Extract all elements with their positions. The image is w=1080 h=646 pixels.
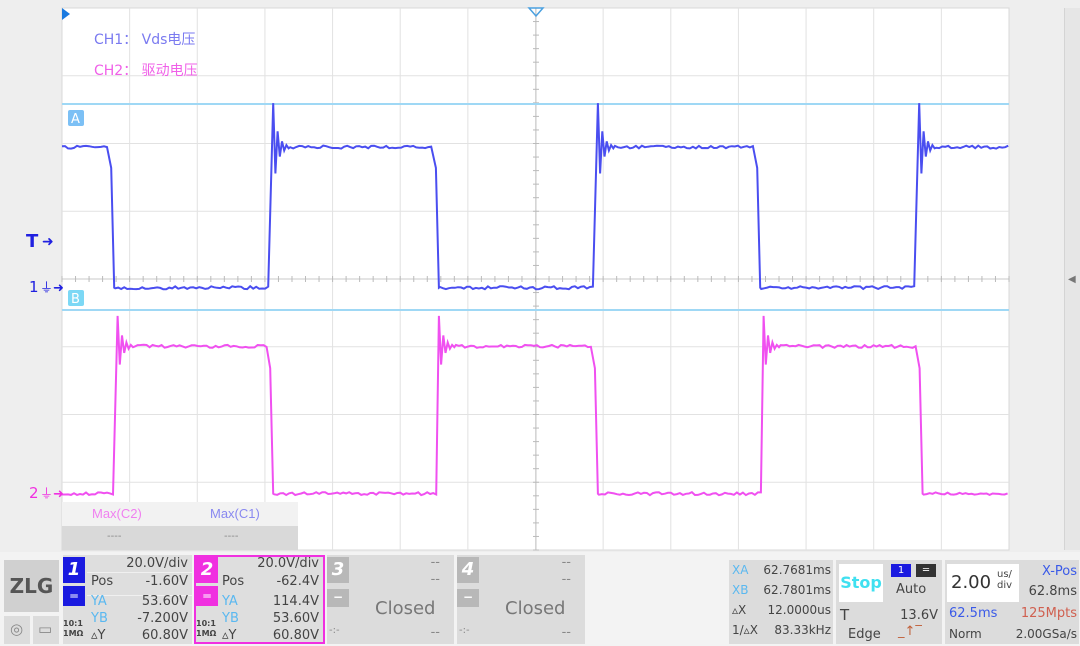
ch3-status: Closed	[375, 598, 435, 619]
rising-edge-icon: _↑‾	[898, 624, 922, 639]
ch2-ground-marker[interactable]: 2	[29, 484, 39, 502]
ch2-panel[interactable]: 2 ═ 10:1 1MΩ 20.0V/div Pos -62.4V YA 114.…	[194, 555, 325, 644]
ch3-probe: -:-	[329, 625, 340, 636]
ch1-yb-value: -7.200V	[137, 611, 188, 626]
ch2-ya-value: 114.4V	[273, 594, 319, 609]
xpos-label: X-Pos	[1042, 564, 1077, 579]
trigger-arrow-icon: ➜	[42, 234, 54, 250]
measurement-value-max-c1: ----	[224, 531, 238, 542]
ch1-dc-coupling-icon: ═	[63, 586, 85, 606]
ch2-scale: 20.0V/div	[257, 556, 319, 571]
timebase-panel[interactable]: 2.00 us/div X-Pos 62.8ms 62.5ms 125Mpts …	[945, 560, 1079, 644]
timebase-unit: us/div	[997, 569, 1012, 591]
gesture-icon: ▭	[38, 620, 52, 638]
ch4-coupling-icon: −	[457, 589, 479, 607]
ch4-status: Closed	[505, 598, 565, 619]
ch3-pos: --	[431, 572, 440, 587]
dx-value: 12.0000us	[768, 603, 831, 617]
touch-icon: ◎	[10, 620, 23, 638]
expand-left-icon: ◀	[1068, 274, 1076, 285]
ch2-number-badge: 2	[196, 557, 218, 583]
trigger-type[interactable]: Edge	[848, 627, 881, 642]
ch2-pos-value: -62.4V	[276, 574, 319, 589]
ch1-dy-value: 60.80V	[142, 628, 188, 643]
ch3-number-badge: 3	[327, 557, 349, 583]
ch1-number-badge: 1	[63, 557, 85, 583]
status-bar: ZLG ◎ ▭ 1 ═ 10:1 1MΩ 20.0V/div Pos -1.60V…	[0, 552, 1080, 646]
side-panel-toggle[interactable]: ◀	[1064, 8, 1080, 550]
ch4-scale: --	[562, 555, 571, 570]
ch2-probe: 10:1 1MΩ	[196, 619, 216, 639]
measurement-value-max-c2: ----	[107, 531, 121, 542]
trigger-level-label: T	[840, 606, 849, 624]
inv-dx-label: 1/▵X	[732, 623, 758, 637]
ch2-dy-value: 60.80V	[273, 628, 319, 643]
ch4-probe: -:-	[459, 625, 470, 636]
sample-rate: 2.00GSa/s	[1016, 627, 1077, 641]
trigger-panel[interactable]: Stop 1 ═ Auto T 13.6V Edge _↑‾	[836, 560, 942, 644]
ch2-yb-value: 53.60V	[273, 611, 319, 626]
ch2-ya-label: YA	[222, 594, 238, 609]
xb-value: 62.7801ms	[763, 583, 831, 597]
ch1-ya-label: YA	[91, 594, 107, 609]
measurement-header-max-c2: Max(C2)	[92, 506, 142, 521]
ch1-yb-label: YB	[91, 611, 108, 626]
ch1-probe: 10:1 1MΩ	[63, 619, 83, 639]
xa-value: 62.7681ms	[763, 563, 831, 577]
ch1-pos-value: -1.60V	[145, 574, 188, 589]
timebase-scale: 2.00	[951, 572, 991, 593]
ch4-panel[interactable]: 4 − -- -- Closed -:- --	[457, 555, 585, 644]
trigger-level-marker[interactable]: T	[26, 231, 39, 252]
ch3-dy: --	[431, 625, 440, 640]
ch3-scale: --	[431, 555, 440, 570]
zlg-logo: ZLG	[4, 560, 59, 612]
ch1-ground-marker[interactable]: 1	[29, 278, 39, 296]
measurement-header-max-c1: Max(C1)	[210, 506, 260, 521]
run-stop-button[interactable]: Stop	[839, 564, 883, 602]
ch4-number-badge: 4	[457, 557, 479, 583]
trigger-source-badge: 1	[891, 564, 911, 577]
ch1-annotation: CH1： Vds电压	[94, 32, 195, 48]
trigger-coupling-icon: ═	[916, 564, 936, 577]
ch1-pos-label: Pos	[91, 574, 113, 589]
ch4-pos: --	[562, 572, 571, 587]
timebase-scale-box[interactable]: 2.00 us/div	[947, 564, 1019, 602]
ch1-ground-arrow-icon: ⏚➜	[40, 281, 64, 296]
dx-label: ▵X	[732, 603, 746, 617]
xb-label: XB	[732, 583, 748, 597]
gesture-button[interactable]: ▭	[33, 616, 59, 644]
ch1-dy-label: ▵Y	[91, 628, 105, 643]
ch2-pos-label: Pos	[222, 574, 244, 589]
xpos-value: 62.8ms	[1029, 584, 1077, 599]
ch2-dy-label: ▵Y	[222, 628, 236, 643]
ch2-yb-label: YB	[222, 611, 239, 626]
ch2-dc-coupling-icon: ═	[196, 586, 218, 606]
ch2-annotation: CH2： 驱动电压	[94, 63, 198, 79]
cursor-a-label: A	[71, 112, 80, 127]
xa-label: XA	[732, 563, 748, 577]
ch1-panel[interactable]: 1 ═ 10:1 1MΩ 20.0V/div Pos -1.60V YA 53.6…	[63, 555, 192, 644]
ch3-coupling-icon: −	[327, 589, 349, 607]
ch1-scale: 20.0V/div	[126, 556, 188, 571]
cursor-b-label: B	[71, 292, 80, 307]
timebase-start: 62.5ms	[949, 606, 997, 621]
ch4-dy: --	[562, 625, 571, 640]
memory-depth: 125Mpts	[1021, 606, 1077, 621]
trigger-mode[interactable]: Auto	[896, 582, 926, 597]
ch2-ground-arrow-icon: ⏚➜	[40, 487, 64, 502]
ch3-panel[interactable]: 3 − -- -- Closed -:- --	[327, 555, 454, 644]
trigger-level-value: 13.6V	[900, 608, 938, 623]
acquisition-mode[interactable]: Norm	[949, 627, 982, 641]
ch1-ya-value: 53.60V	[142, 594, 188, 609]
waveform-display[interactable]: CH1： Vds电压 CH2： 驱动电压 A B T ➜ 1 ⏚➜ 2 ⏚➜	[0, 0, 1080, 552]
inv-dx-value: 83.33kHz	[774, 623, 831, 637]
cursor-readout[interactable]: XA 62.7681ms XB 62.7801ms ▵X 12.0000us 1…	[729, 560, 833, 644]
touch-button[interactable]: ◎	[4, 616, 30, 644]
measurement-table: Max(C2) Max(C1) ---- ----	[62, 502, 298, 550]
